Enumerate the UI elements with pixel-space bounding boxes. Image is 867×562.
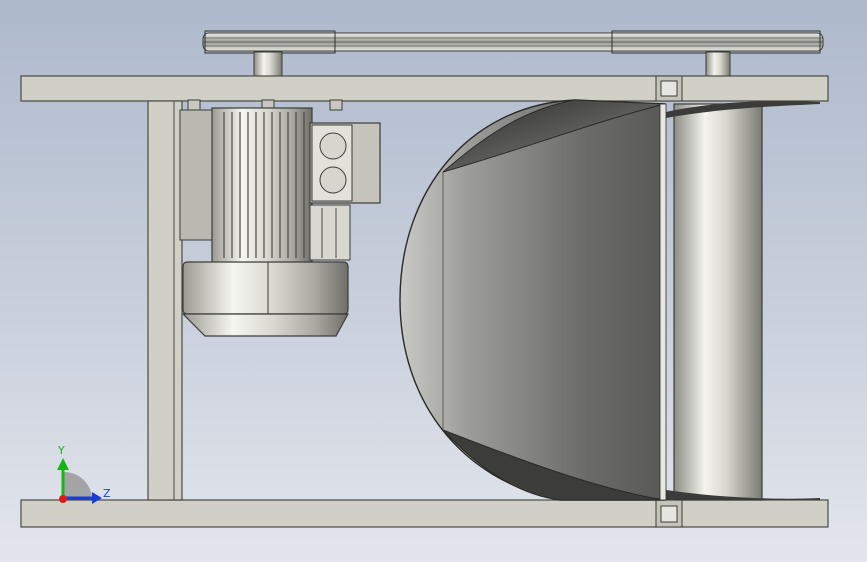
bottom-beam[interactable] <box>20 499 829 528</box>
triad-plane <box>64 471 92 498</box>
drum-roller[interactable] <box>666 101 820 501</box>
motor-mount-plate[interactable] <box>179 109 215 241</box>
motor-end-cap[interactable] <box>181 313 350 337</box>
belt-drive[interactable] <box>202 30 824 77</box>
left-post[interactable] <box>147 100 183 501</box>
coordinate-triad: Y Z <box>57 444 111 504</box>
drum-housing[interactable] <box>399 99 667 501</box>
top-beam[interactable] <box>20 75 829 102</box>
drum-shaft[interactable] <box>705 51 731 77</box>
cad-viewport[interactable]: Y Z <box>0 0 867 562</box>
motor-body-finned[interactable] <box>211 107 313 264</box>
motor-shaft[interactable] <box>253 51 283 77</box>
cable-gland-bottom[interactable] <box>319 166 347 194</box>
motor-fan-cover[interactable] <box>182 261 349 315</box>
drum-shell[interactable] <box>399 99 666 501</box>
triad-y-label: Y <box>57 444 65 457</box>
cad-model-view[interactable]: Y Z <box>0 0 867 562</box>
electric-motor[interactable] <box>179 99 381 337</box>
triad-z-label: Z <box>103 487 111 500</box>
triad-x-axis <box>59 495 67 503</box>
cable-gland-top[interactable] <box>319 132 347 160</box>
